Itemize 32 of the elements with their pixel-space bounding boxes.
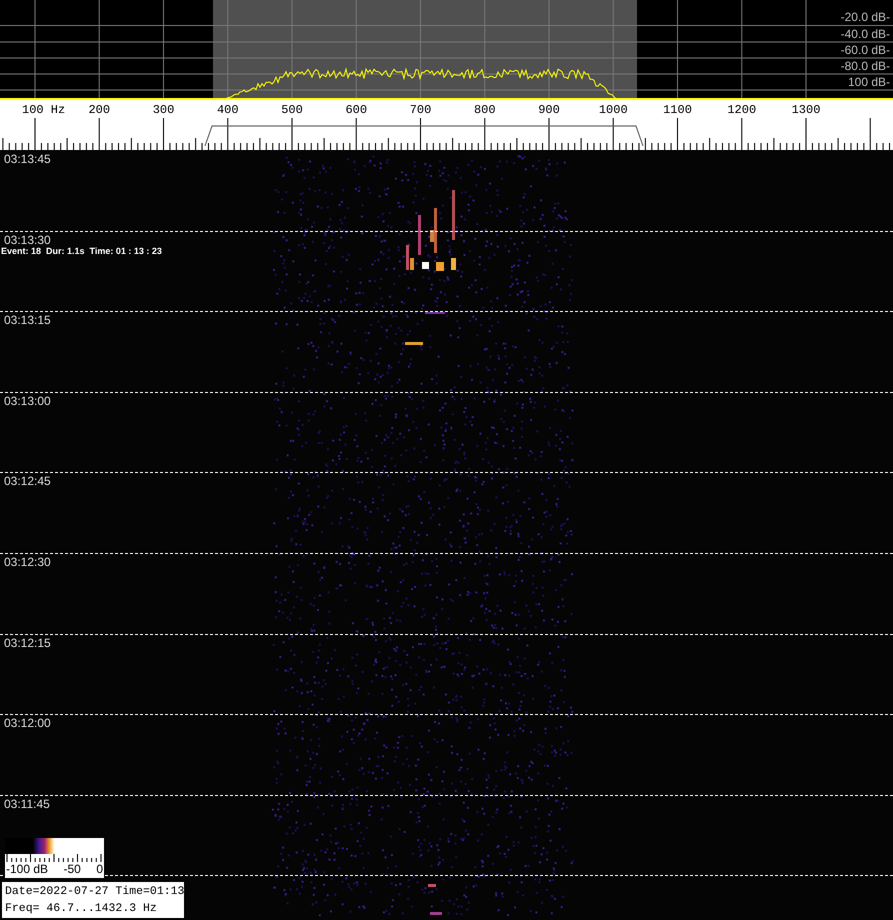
frequency-label: 1100 bbox=[663, 103, 692, 117]
time-label: 03:12:30 bbox=[4, 555, 51, 569]
frequency-label: 1300 bbox=[792, 103, 820, 117]
time-label: 03:12:00 bbox=[4, 716, 51, 730]
info-line: Freq= 46.7...1432.3 Hz bbox=[5, 901, 158, 917]
frequency-label: 900 bbox=[538, 103, 560, 117]
colorbar-label: -50 bbox=[64, 862, 81, 876]
time-label: 03:12:45 bbox=[4, 474, 51, 488]
frequency-label: 300 bbox=[152, 103, 174, 117]
colorbar-label: 0 bbox=[96, 862, 103, 876]
db-label: 100 dB- bbox=[848, 75, 890, 89]
db-label: -80.0 dB- bbox=[840, 59, 890, 73]
frequency-label: 200 bbox=[88, 103, 110, 117]
frequency-label: 1000 bbox=[598, 103, 628, 117]
frequency-label: 700 bbox=[410, 103, 432, 117]
db-label: -60.0 dB- bbox=[840, 43, 890, 57]
frequency-label: 600 bbox=[345, 103, 368, 117]
time-label: 03:13:15 bbox=[4, 313, 51, 328]
frequency-label: 500 bbox=[281, 103, 303, 117]
time-label: 03:13:30 bbox=[4, 232, 51, 247]
event-label: Event: 18 Dur: 1.1s Time: 01 : 13 : 23 bbox=[1, 246, 162, 256]
frequency-label: 1200 bbox=[727, 103, 756, 117]
db-label: -40.0 dB- bbox=[840, 27, 890, 41]
time-label: 03:13:45 bbox=[4, 152, 51, 166]
frequency-label: 100 Hz bbox=[22, 103, 66, 117]
frequency-label: 800 bbox=[474, 103, 496, 117]
colorbar-label: -100 dB bbox=[6, 862, 48, 876]
time-label: 03:13:00 bbox=[4, 394, 51, 408]
db-label: -20.0 dB- bbox=[840, 10, 890, 24]
time-label: 03:12:15 bbox=[4, 636, 51, 650]
frequency-label: 400 bbox=[216, 103, 239, 117]
time-label: 03:11:45 bbox=[4, 796, 50, 811]
